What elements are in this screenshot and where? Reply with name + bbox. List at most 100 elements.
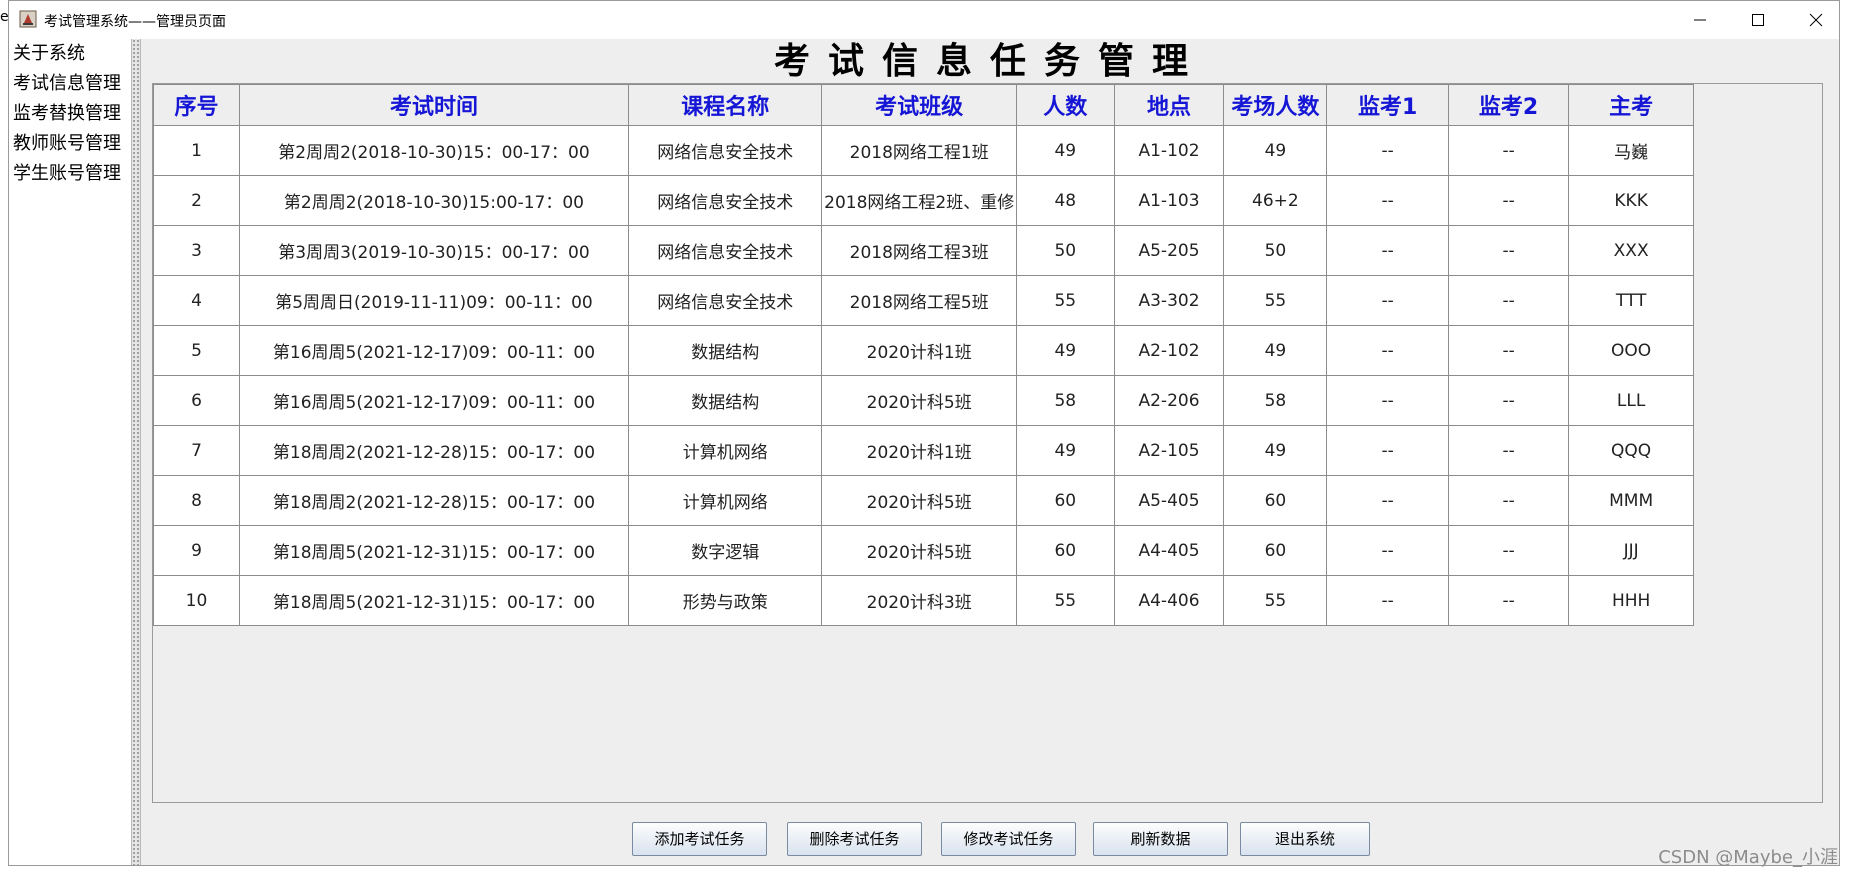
table-cell[interactable]: 60: [1223, 525, 1328, 576]
table-cell[interactable]: --: [1447, 575, 1570, 626]
table-cell[interactable]: 6: [153, 375, 240, 426]
column-header-location[interactable]: 地点: [1113, 84, 1225, 126]
table-cell[interactable]: 5: [153, 325, 240, 376]
table-cell[interactable]: 第16周周5(2021-12-17)09：00-11：00: [238, 375, 629, 426]
table-cell[interactable]: A4-406: [1113, 575, 1225, 626]
table-cell[interactable]: --: [1447, 175, 1570, 226]
column-header-index[interactable]: 序号: [153, 84, 240, 126]
table-cell[interactable]: 网络信息安全技术: [627, 225, 823, 276]
table-cell[interactable]: 网络信息安全技术: [627, 175, 823, 226]
table-cell[interactable]: A3-302: [1113, 275, 1225, 326]
table-cell[interactable]: 数据结构: [627, 325, 823, 376]
column-header-count[interactable]: 人数: [1015, 84, 1115, 126]
table-cell[interactable]: 55: [1223, 275, 1328, 326]
table-cell[interactable]: --: [1326, 125, 1449, 176]
table-cell[interactable]: 2020计科5班: [821, 525, 1017, 576]
table-cell[interactable]: 49: [1015, 425, 1115, 476]
sidebar-item-invigilation-swap[interactable]: 监考替换管理: [9, 99, 131, 129]
table-cell[interactable]: 计算机网络: [627, 475, 823, 526]
column-header-proctor2[interactable]: 监考2: [1447, 84, 1570, 126]
table-row[interactable]: 9 第18周周5(2021-12-31)15：00-17：00 数字逻辑 2020计科…: [153, 525, 1694, 576]
table-cell[interactable]: OOO: [1568, 325, 1694, 376]
table-cell[interactable]: --: [1447, 375, 1570, 426]
table-cell[interactable]: 60: [1223, 475, 1328, 526]
table-cell[interactable]: 1: [153, 125, 240, 176]
table-cell[interactable]: 马巍: [1568, 125, 1694, 176]
table-cell[interactable]: 第18周周5(2021-12-31)15：00-17：00: [238, 525, 629, 576]
column-header-course[interactable]: 课程名称: [627, 84, 823, 126]
table-cell[interactable]: --: [1326, 325, 1449, 376]
table-cell[interactable]: 网络信息安全技术: [627, 275, 823, 326]
table-cell[interactable]: 数字逻辑: [627, 525, 823, 576]
table-cell[interactable]: 第18周周5(2021-12-31)15：00-17：00: [238, 575, 629, 626]
table-cell[interactable]: 2: [153, 175, 240, 226]
table-cell[interactable]: 第3周周3(2019-10-30)15：00-17：00: [238, 225, 629, 276]
table-cell[interactable]: 58: [1015, 375, 1115, 426]
table-cell[interactable]: --: [1326, 575, 1449, 626]
table-cell[interactable]: A5-205: [1113, 225, 1225, 276]
table-row[interactable]: 6 第16周周5(2021-12-17)09：00-11：00 数据结构 2020计科…: [153, 375, 1694, 426]
table-cell[interactable]: 7: [153, 425, 240, 476]
table-row[interactable]: 7 第18周周2(2021-12-28)15：00-17：00 计算机网络 2020计…: [153, 425, 1694, 476]
table-cell[interactable]: 3: [153, 225, 240, 276]
table-cell[interactable]: --: [1447, 125, 1570, 176]
table-cell[interactable]: --: [1447, 325, 1570, 376]
table-cell[interactable]: A2-102: [1113, 325, 1225, 376]
table-cell[interactable]: --: [1326, 475, 1449, 526]
table-cell[interactable]: 第18周周2(2021-12-28)15：00-17：00: [238, 425, 629, 476]
column-header-exam-time[interactable]: 考试时间: [238, 84, 629, 126]
table-cell[interactable]: HHH: [1568, 575, 1694, 626]
table-cell[interactable]: XXX: [1568, 225, 1694, 276]
table-cell[interactable]: --: [1326, 375, 1449, 426]
split-pane-divider[interactable]: [131, 39, 141, 865]
table-cell[interactable]: 60: [1015, 475, 1115, 526]
table-row[interactable]: 2 第2周周2(2018-10-30)15:00-17：00 网络信息安全技术 201…: [153, 175, 1694, 226]
maximize-button[interactable]: [1729, 1, 1787, 39]
table-cell[interactable]: 50: [1015, 225, 1115, 276]
table-cell[interactable]: A2-206: [1113, 375, 1225, 426]
table-cell[interactable]: 2020计科5班: [821, 475, 1017, 526]
delete-exam-task-button[interactable]: 删除考试任务: [787, 822, 922, 856]
table-row[interactable]: 10 第18周周5(2021-12-31)15：00-17：00 形势与政策 2020…: [153, 575, 1694, 626]
table-cell[interactable]: 8: [153, 475, 240, 526]
column-header-chief-examiner[interactable]: 主考: [1568, 84, 1694, 126]
table-cell[interactable]: --: [1326, 275, 1449, 326]
table-cell[interactable]: A4-405: [1113, 525, 1225, 576]
refresh-data-button[interactable]: 刷新数据: [1093, 822, 1228, 856]
table-cell[interactable]: 计算机网络: [627, 425, 823, 476]
table-cell[interactable]: A1-102: [1113, 125, 1225, 176]
minimize-button[interactable]: [1671, 1, 1729, 39]
table-row[interactable]: 4 第5周周日(2019-11-11)09：00-11：00 网络信息安全技术 201…: [153, 275, 1694, 326]
column-header-room-count[interactable]: 考场人数: [1223, 84, 1328, 126]
table-cell[interactable]: 49: [1015, 125, 1115, 176]
table-cell[interactable]: 60: [1015, 525, 1115, 576]
table-cell[interactable]: 46+2: [1223, 175, 1328, 226]
table-cell[interactable]: --: [1447, 525, 1570, 576]
table-cell[interactable]: 55: [1015, 575, 1115, 626]
table-cell[interactable]: 2020计科5班: [821, 375, 1017, 426]
table-cell[interactable]: 2020计科1班: [821, 425, 1017, 476]
table-cell[interactable]: TTT: [1568, 275, 1694, 326]
table-cell[interactable]: --: [1326, 175, 1449, 226]
table-row[interactable]: 5 第16周周5(2021-12-17)09：00-11：00 数据结构 2020计科…: [153, 325, 1694, 376]
column-header-proctor1[interactable]: 监考1: [1326, 84, 1449, 126]
column-header-class[interactable]: 考试班级: [821, 84, 1017, 126]
table-cell[interactable]: 48: [1015, 175, 1115, 226]
sidebar-item-student-accounts[interactable]: 学生账号管理: [9, 159, 131, 189]
table-cell[interactable]: 形势与政策: [627, 575, 823, 626]
table-row[interactable]: 1 第2周周2(2018-10-30)15：00-17：00 网络信息安全技术 201…: [153, 125, 1694, 176]
table-cell[interactable]: --: [1447, 475, 1570, 526]
table-cell[interactable]: --: [1326, 225, 1449, 276]
modify-exam-task-button[interactable]: 修改考试任务: [941, 822, 1076, 856]
table-cell[interactable]: 50: [1223, 225, 1328, 276]
table-cell[interactable]: 第5周周日(2019-11-11)09：00-11：00: [238, 275, 629, 326]
table-cell[interactable]: A1-103: [1113, 175, 1225, 226]
table-cell[interactable]: --: [1447, 275, 1570, 326]
table-cell[interactable]: KKK: [1568, 175, 1694, 226]
table-cell[interactable]: 49: [1223, 325, 1328, 376]
table-cell[interactable]: LLL: [1568, 375, 1694, 426]
add-exam-task-button[interactable]: 添加考试任务: [632, 822, 767, 856]
table-cell[interactable]: 58: [1223, 375, 1328, 426]
table-cell[interactable]: 55: [1223, 575, 1328, 626]
table-cell[interactable]: --: [1447, 425, 1570, 476]
